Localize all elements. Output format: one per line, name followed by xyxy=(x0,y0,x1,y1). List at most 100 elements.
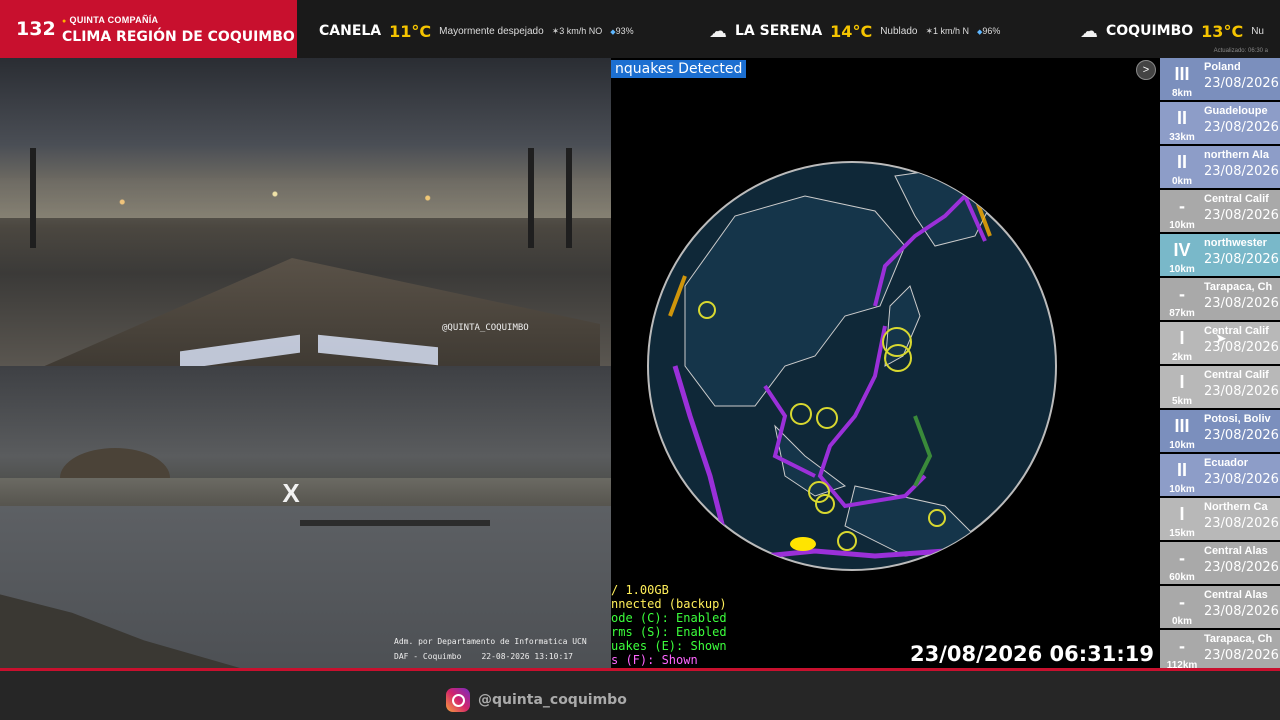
quake-list-item[interactable]: - 87km Tarapaca, Ch 23/08/2026 xyxy=(1160,278,1280,320)
quake-list-item[interactable]: IV 10km northwester 23/08/2026 xyxy=(1160,234,1280,276)
intensity-value: III xyxy=(1174,64,1190,84)
city-temp: 14°C xyxy=(830,21,873,41)
intensity-value: - xyxy=(1179,548,1185,568)
palm-tree xyxy=(30,148,36,248)
depth-value: 0km xyxy=(1171,616,1192,627)
quake-place: Central Calif xyxy=(1204,369,1269,381)
city-item: CANELA 11°C Mayormente despejado 3 km/h … xyxy=(319,20,634,42)
quake-place: Guadeloupe xyxy=(1204,105,1268,117)
intensity-value: IV xyxy=(1173,240,1191,260)
quake-list-item[interactable]: - 0km Central Alas 23/08/2026 xyxy=(1160,586,1280,628)
city-desc: Mayormente despejado xyxy=(439,25,544,37)
quake-place: northwester xyxy=(1204,237,1267,249)
quake-place: Central Alas xyxy=(1204,589,1268,601)
quake-place: Potosi, Boliv xyxy=(1204,413,1271,425)
depth-value: 87km xyxy=(1169,308,1195,319)
intensity-value: - xyxy=(1179,196,1185,216)
quake-list-item[interactable]: III 10km Potosi, Boliv 23/08/2026 xyxy=(1160,410,1280,452)
intensity-value: - xyxy=(1179,592,1185,612)
quake-date: 23/08/2026 xyxy=(1204,164,1279,179)
city-desc: Nu xyxy=(1251,25,1264,37)
depth-value: 60km xyxy=(1169,572,1195,583)
company-number: 132 xyxy=(16,18,56,40)
quake-list-item[interactable]: - 112km Tarapaca, Ch 23/08/2026 xyxy=(1160,630,1280,668)
faults-status: s (F): Shown xyxy=(611,653,698,667)
camera-credit-line2: DAF - Coquimbo 22-08-2026 13:10:17 xyxy=(394,652,573,661)
intensity-value: - xyxy=(1179,284,1185,304)
mouse-cursor-icon: ➤ xyxy=(1215,330,1227,346)
quake-place: Central Calif xyxy=(1204,193,1269,205)
alarm-status: rms (S): Enabled xyxy=(611,625,727,639)
quake-date: 23/08/2026 xyxy=(1204,120,1279,135)
quake-list-item[interactable]: I 5km Central Calif 23/08/2026 xyxy=(1160,366,1280,408)
quake-place: Central Alas xyxy=(1204,545,1268,557)
earthquake-map-panel: nquakes Detected > / 1.00GB nnected (bac… xyxy=(611,58,1158,668)
close-icon[interactable]: X xyxy=(276,478,306,508)
camera-feed-city: @QUINTA_COQUIMBO xyxy=(0,58,611,366)
footer-bar: @quinta_coquimbo xyxy=(0,668,1280,720)
city-name: CANELA xyxy=(319,23,382,39)
weather-ticker-bar: 132 QUINTA COMPAÑÍA CLIMA REGIÓN DE COQU… xyxy=(0,0,1280,58)
cloud-icon: ☁ xyxy=(709,20,727,41)
quake-list-item[interactable]: - 60km Central Alas 23/08/2026 xyxy=(1160,542,1280,584)
intensity-value: II xyxy=(1176,460,1187,480)
quake-date: 23/08/2026 xyxy=(1204,208,1279,223)
quake-list-item[interactable]: II 33km Guadeloupe 23/08/2026 xyxy=(1160,102,1280,144)
updated-time: Actualizado: 06:30 a xyxy=(1213,48,1268,54)
city-desc: Nublado xyxy=(880,25,918,37)
quake-date: 23/08/2026 xyxy=(1204,648,1279,663)
chevron-right-icon[interactable]: > xyxy=(1136,60,1156,80)
quake-place: Ecuador xyxy=(1204,457,1249,469)
quakes-status: uakes (E): Shown xyxy=(611,639,727,653)
instagram-link[interactable]: @quinta_coquimbo xyxy=(446,688,627,712)
quake-date: 23/08/2026 xyxy=(1204,384,1279,399)
quake-list-item[interactable]: I 15km Northern Ca 23/08/2026 xyxy=(1160,498,1280,540)
quake-date: 23/08/2026 xyxy=(1204,472,1279,487)
depth-value: 10km xyxy=(1169,220,1195,231)
depth-value: 8km xyxy=(1171,88,1192,99)
city-name: LA SERENA xyxy=(735,23,823,39)
depth-value: 0km xyxy=(1171,176,1192,187)
city-item: ☁ COQUIMBO 13°C Nu xyxy=(1080,20,1264,42)
city-temp: 11°C xyxy=(389,21,432,41)
camera-credit: Adm. por Departamento de Informatica UCN xyxy=(394,637,587,646)
quake-list-item[interactable]: III 8km Poland 23/08/2026 xyxy=(1160,58,1280,100)
quake-date: 23/08/2026 xyxy=(1204,296,1279,311)
camera-timestamp: 22-08-2026 13:10:17 xyxy=(481,652,573,661)
city-ticker: CANELA 11°C Mayormente despejado 3 km/h … xyxy=(297,0,1280,58)
instagram-icon xyxy=(446,688,470,712)
quake-date: 23/08/2026 xyxy=(1204,560,1279,575)
quake-place: Tarapaca, Ch xyxy=(1204,633,1273,645)
depth-value: 15km xyxy=(1169,528,1195,539)
city-temp: 13°C xyxy=(1201,21,1244,41)
intensity-value: - xyxy=(1179,636,1185,656)
quake-date: 23/08/2026 xyxy=(1204,428,1279,443)
quake-list-item[interactable]: - 10km Central Calif 23/08/2026 xyxy=(1160,190,1280,232)
quake-list-item[interactable]: II 10km Ecuador 23/08/2026 xyxy=(1160,454,1280,496)
palm-tree xyxy=(566,148,572,248)
mode-status: ode (C): Enabled xyxy=(611,611,727,625)
quake-marker xyxy=(790,537,816,551)
company-subtitle: QUINTA COMPAÑÍA xyxy=(62,15,159,25)
intensity-value: I xyxy=(1179,328,1185,348)
quake-place: Tarapaca, Ch xyxy=(1204,281,1273,293)
quake-place: Poland xyxy=(1204,61,1241,73)
quake-place: Northern Ca xyxy=(1204,501,1268,513)
intensity-value: I xyxy=(1179,504,1185,524)
city-item: ☁ LA SERENA 14°C Nublado 1 km/h N 96% xyxy=(709,20,1000,42)
cloud-icon: ☁ xyxy=(1080,20,1098,41)
earthquake-list: III 8km Poland 23/08/2026 II 33km Guadeloup… xyxy=(1158,58,1280,668)
depth-value: 2km xyxy=(1171,352,1192,363)
instagram-handle: @quinta_coquimbo xyxy=(478,692,627,708)
quake-list-item[interactable]: II 0km northern Ala 23/08/2026 xyxy=(1160,146,1280,188)
memory-status: / 1.00GB xyxy=(611,583,669,597)
brand-block: 132 QUINTA COMPAÑÍA CLIMA REGIÓN DE COQU… xyxy=(0,0,297,58)
city-name: COQUIMBO xyxy=(1106,23,1194,39)
detected-banner: nquakes Detected xyxy=(611,60,747,78)
depth-value: 33km xyxy=(1169,132,1195,143)
globe-map[interactable] xyxy=(645,156,1065,576)
quake-date: 23/08/2026 xyxy=(1204,516,1279,531)
humidity-value: 96% xyxy=(977,26,1000,36)
wind-value: 3 km/h NO xyxy=(552,26,602,37)
quake-date: 23/08/2026 xyxy=(1204,76,1279,91)
